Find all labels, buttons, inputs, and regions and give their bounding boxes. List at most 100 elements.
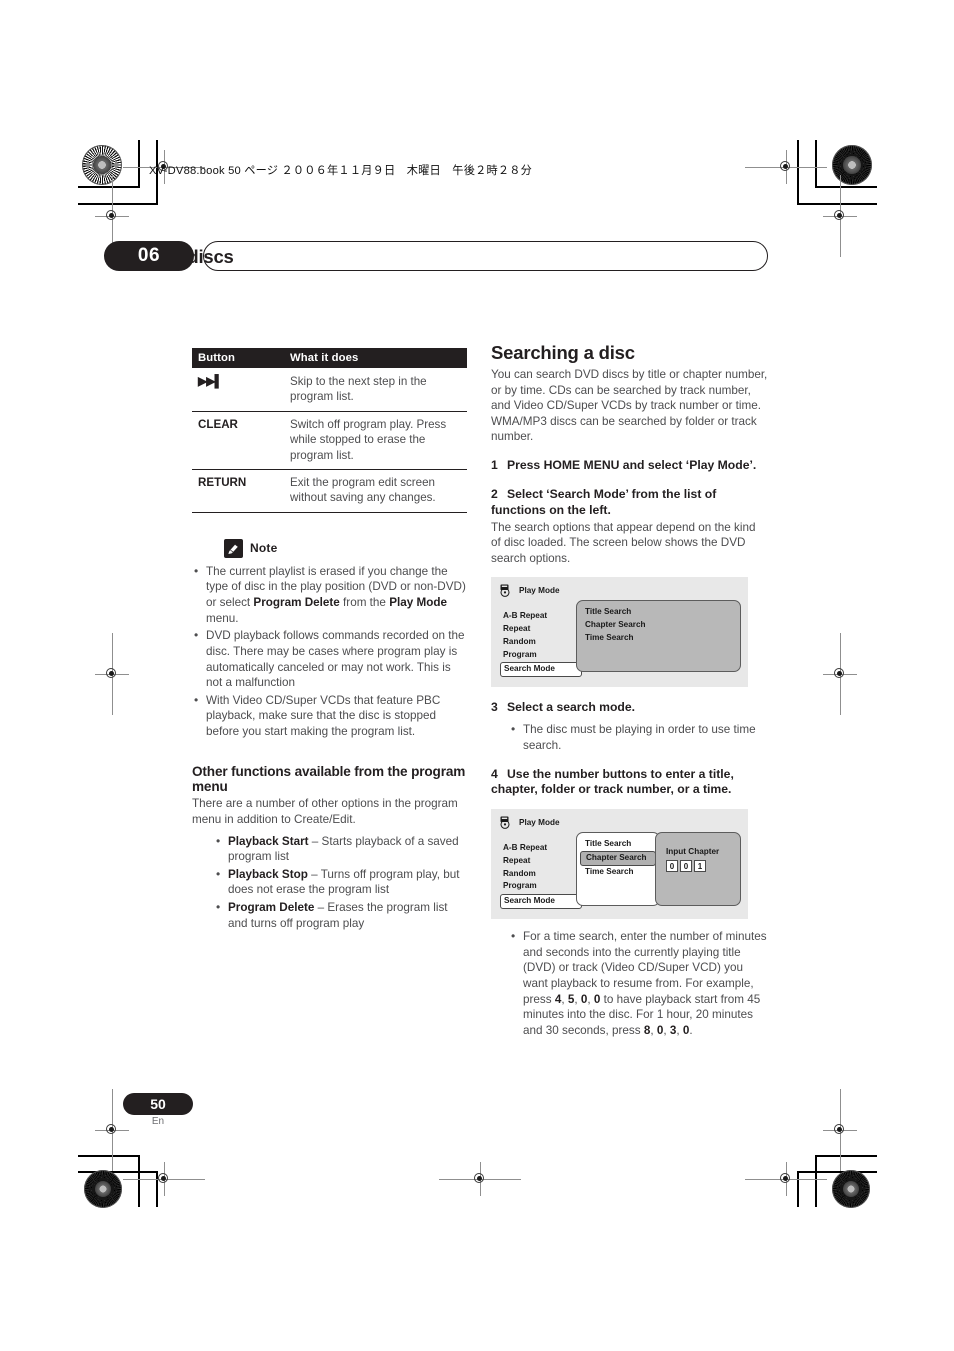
table-row: CLEAR Switch off program play. Press whi… <box>192 411 467 471</box>
step-4-number: 4 <box>491 766 498 781</box>
osd-options-panel: Title Search Chapter Search Time Search <box>576 832 660 907</box>
crop-mark-top-right-h <box>815 186 877 188</box>
crop-mark-top-left-h <box>78 186 140 188</box>
crop-mark-top-left-v <box>138 140 140 188</box>
osd-option-chapter-search[interactable]: Chapter Search <box>580 850 656 866</box>
osd-title-label: Play Mode <box>519 818 560 828</box>
registration-mark-bottom-center <box>439 1162 521 1196</box>
step-4-text: Use the number buttons to enter a title,… <box>491 766 734 797</box>
list-item: Playback Start – Starts playback of a sa… <box>214 833 467 865</box>
table-cell-button: CLEAR <box>192 411 284 471</box>
osd-menu-item-search-mode[interactable]: Search Mode <box>500 662 582 677</box>
section-heading-searching-a-disc: Searching a disc <box>491 342 635 363</box>
osd-menu-item-random[interactable]: Random <box>500 868 582 881</box>
rosette-top-right <box>832 145 872 185</box>
osd-menu-list: A-B Repeat Repeat Random Program Search … <box>500 610 582 677</box>
rosette-bottom-right <box>832 1170 870 1208</box>
osd-digit-3[interactable]: 1 <box>694 860 706 873</box>
osd-option-title-search[interactable]: Title Search <box>577 838 659 851</box>
crop-mark-bottom-right-h <box>815 1155 877 1157</box>
osd-menu-item-repeat[interactable]: Repeat <box>500 855 582 868</box>
table-cell-button: RETURN <box>192 469 284 513</box>
crop-mark-bottom-left-h2 <box>78 1171 158 1173</box>
osd-title-label: Play Mode <box>519 586 560 596</box>
step-3: 3 Select a search mode. <box>491 700 768 716</box>
step-1-text: Press HOME MENU and select ‘Play Mode’. <box>507 458 757 473</box>
osd-option-title-search[interactable]: Title Search <box>577 606 740 619</box>
page-language-label: En <box>151 1116 165 1127</box>
other-functions-intro: There are a number of other options in t… <box>192 797 458 826</box>
registration-mark-bottom-right <box>745 1162 827 1196</box>
column-header-button: Button <box>192 348 284 368</box>
osd-menu-item-program[interactable]: Program <box>500 649 582 662</box>
crop-mark-top-right-h2 <box>797 203 877 205</box>
table-row: RETURN Exit the program edit screen with… <box>192 469 467 513</box>
osd-menu-item-search-mode[interactable]: Search Mode <box>500 894 582 909</box>
osd-body: A-B Repeat Repeat Random Program Search … <box>500 832 741 910</box>
osd-screen-play-mode-search-list: Play Mode A-B Repeat Repeat Random Progr… <box>491 577 748 688</box>
skip-forward-icon: ▶▶▌ <box>192 368 284 412</box>
step-3-text: Select a search mode. <box>507 700 636 715</box>
table-cell-description: Skip to the next step in the program lis… <box>284 368 467 412</box>
list-item: DVD playback follows commands recorded o… <box>192 627 467 690</box>
crop-mark-bottom-left-v2 <box>156 1171 158 1207</box>
step-2-number: 2 <box>491 486 498 501</box>
crop-mark-top-left-h2 <box>78 203 158 205</box>
osd-option-time-search[interactable]: Time Search <box>577 632 740 645</box>
osd-menu-item-program[interactable]: Program <box>500 880 582 893</box>
osd-option-time-search[interactable]: Time Search <box>577 866 659 879</box>
osd-option-chapter-search[interactable]: Chapter Search <box>577 619 740 632</box>
registration-mark-middle-left <box>95 633 129 715</box>
step-4-bullets: For a time search, enter the number of m… <box>509 928 768 1038</box>
step-1-number: 1 <box>491 458 498 473</box>
crop-mark-bottom-left-h <box>78 1155 140 1157</box>
registration-mark-upper-right <box>823 175 857 257</box>
step-3-number: 3 <box>491 700 498 715</box>
book-file-info: XV-DV88.book 50 ページ ２００６年１１月９日 木曜日 午後２時２… <box>149 165 533 177</box>
crop-mark-top-right-v <box>815 140 817 188</box>
osd-menu-item-repeat[interactable]: Repeat <box>500 623 582 636</box>
osd-options-panel: Title Search Chapter Search Time Search <box>576 600 741 673</box>
chapter-pill <box>203 241 768 271</box>
chapter-number: 06 <box>104 241 194 271</box>
table-header-row: Button What it does <box>192 348 467 368</box>
step-2-text: Select ‘Search Mode’ from the list of fu… <box>491 486 717 517</box>
disc-player-icon <box>500 584 514 598</box>
left-column: Button What it does ▶▶▌ Skip to the next… <box>192 348 467 933</box>
osd-menu-item-random[interactable]: Random <box>500 636 582 649</box>
crop-mark-bottom-right-v <box>815 1155 817 1207</box>
searching-intro: You can search DVD discs by title or cha… <box>491 368 768 444</box>
step-2-body: The search options that appear depend on… <box>491 520 756 565</box>
osd-chapter-digit-group[interactable]: 0 0 1 <box>666 860 740 873</box>
table-row: ▶▶▌ Skip to the next step in the program… <box>192 368 467 412</box>
registration-mark-lower-right <box>823 1089 857 1171</box>
table-cell-description: Switch off program play. Press while sto… <box>284 411 467 471</box>
other-functions-list: Playback Start – Starts playback of a sa… <box>214 833 467 932</box>
osd-digit-1[interactable]: 0 <box>666 860 678 873</box>
list-item: The current playlist is erased if you ch… <box>192 563 467 626</box>
note-list: The current playlist is erased if you ch… <box>192 563 467 740</box>
column-header-description: What it does <box>284 348 467 368</box>
list-item: For a time search, enter the number of m… <box>509 928 768 1038</box>
osd-menu-item-ab-repeat[interactable]: A-B Repeat <box>500 842 582 855</box>
registration-mark-top-right <box>745 150 827 184</box>
rosette-bottom-left <box>84 1170 122 1208</box>
list-item: Playback Stop – Turns off program play, … <box>214 866 467 898</box>
osd-body: A-B Repeat Repeat Random Program Search … <box>500 600 741 678</box>
osd-title-bar: Play Mode <box>500 584 739 598</box>
osd-digit-2[interactable]: 0 <box>680 860 692 873</box>
osd-menu-item-ab-repeat[interactable]: A-B Repeat <box>500 610 582 623</box>
step-1: 1 Press HOME MENU and select ‘Play Mode’. <box>491 458 768 474</box>
registration-mark-lower-left <box>95 1089 129 1171</box>
list-item: The disc must be playing in order to use… <box>509 721 768 753</box>
right-column: Searching a disc You can search DVD disc… <box>491 342 768 1041</box>
crop-mark-bottom-right-v2 <box>797 1171 799 1207</box>
disc-player-icon <box>500 816 514 830</box>
button-function-table: Button What it does ▶▶▌ Skip to the next… <box>192 348 467 513</box>
page-number-badge: 50 <box>123 1093 193 1115</box>
pencil-note-icon <box>224 538 243 558</box>
table-cell-description: Exit the program edit screen without sav… <box>284 469 467 513</box>
crop-mark-bottom-left-v <box>138 1155 140 1207</box>
osd-input-panel: Input Chapter 0 0 1 <box>655 832 741 907</box>
step-3-bullets: The disc must be playing in order to use… <box>509 721 768 753</box>
